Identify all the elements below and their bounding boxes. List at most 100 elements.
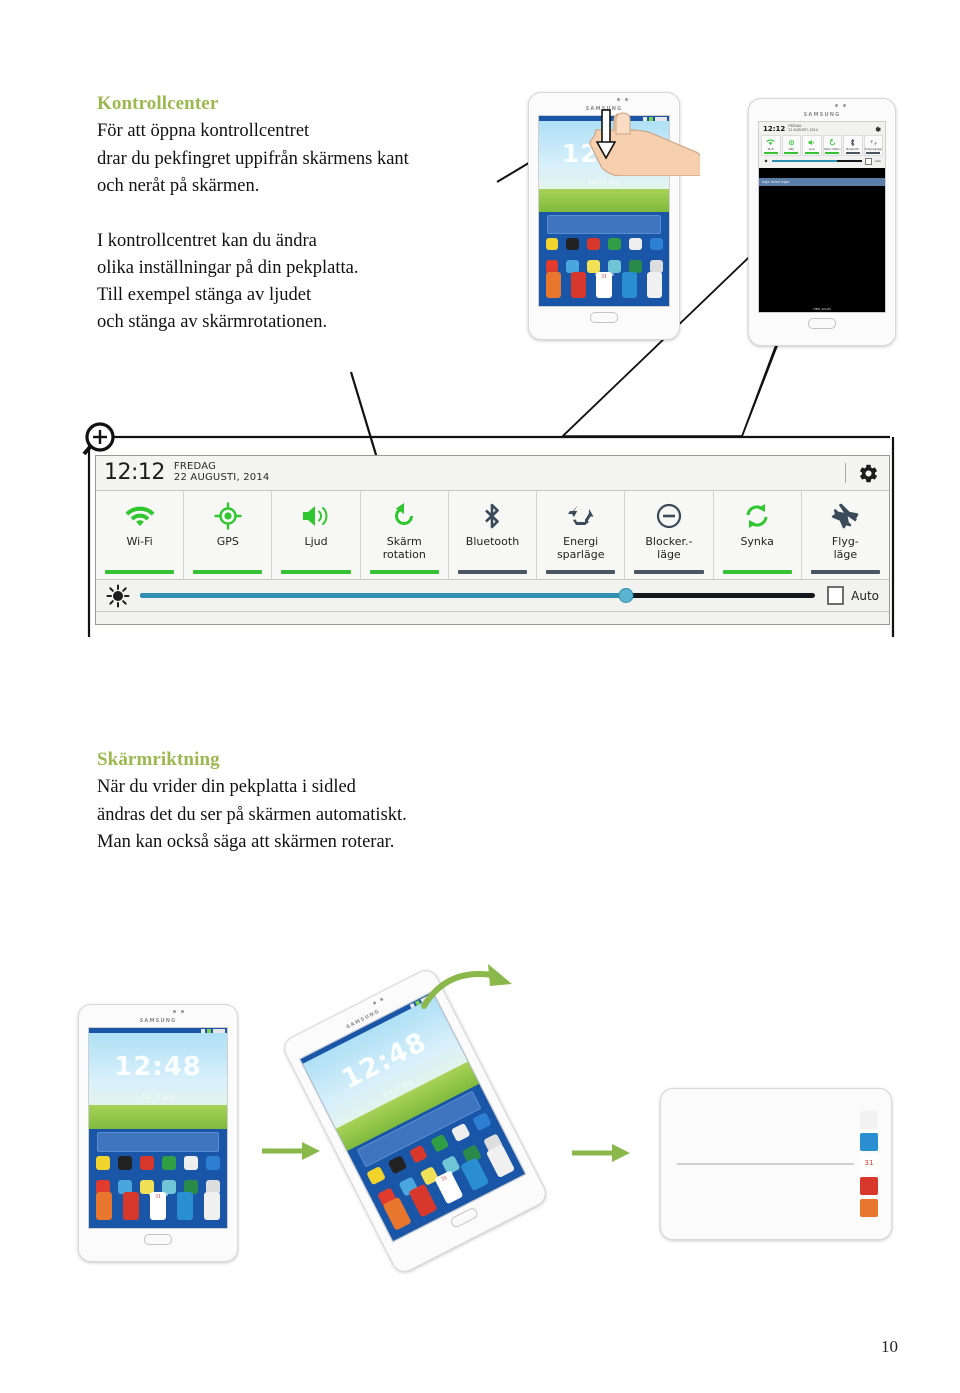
- toggle-state-bar: [546, 570, 616, 574]
- toggle-state-bar: [281, 570, 351, 574]
- intro2-line-3: Till exempel stänga av ljudet: [97, 285, 312, 306]
- google-search-bar[interactable]: [689, 1164, 843, 1165]
- intro2-line-4: och stänga av skärmrotationen.: [97, 312, 328, 333]
- curved-rotation-arrow-icon: [421, 964, 512, 1009]
- gps-icon: [788, 139, 794, 146]
- toggle-label: Skärm rotation: [382, 535, 426, 561]
- camera-dots: [372, 997, 384, 1005]
- airplane-icon: [830, 501, 860, 531]
- tablet-portrait-illustration: SAMSUNG 12:48 Fre 22 aug 31: [78, 1004, 238, 1262]
- slider-knob[interactable]: [618, 588, 634, 603]
- bluetooth-icon: [850, 138, 855, 147]
- notification-header: Inga aviseringar: [759, 178, 885, 186]
- control-center-date: 22 AUGUSTI, 2014: [173, 472, 270, 483]
- toggle-label: Flyg- läge: [831, 535, 859, 561]
- toggle-gps[interactable]: GPS: [184, 491, 273, 579]
- page-number: 10: [881, 1337, 898, 1356]
- page-root: Kontrollcenter För att öppna kontrollcen…: [0, 0, 960, 1393]
- page-title: Kontrollcenter: [97, 93, 219, 114]
- auto-brightness-control[interactable]: Auto: [827, 586, 879, 605]
- home-button[interactable]: [808, 318, 836, 329]
- tablet-landscape-illustration: 12:17 Fre 22 aug: [660, 1088, 892, 1240]
- magnifier-plus-icon: [82, 422, 115, 456]
- mini-toggle-label: Wi-Fi: [767, 148, 774, 151]
- toggle-bluetooth[interactable]: Bluetooth: [449, 491, 538, 579]
- auto-checkbox[interactable]: [827, 586, 845, 605]
- mini-toggle-label: GPS: [788, 148, 794, 151]
- auto-label: Auto: [851, 588, 879, 603]
- toggle-blocking-mode[interactable]: Blocker.- läge: [625, 491, 714, 579]
- toggle-sync[interactable]: Synka: [714, 491, 802, 579]
- quick-toggle-row: Wi-Fi GPS Ljud Skärm rotation Bluetooth …: [96, 491, 889, 580]
- home-button[interactable]: [590, 312, 618, 323]
- wifi-icon: [766, 139, 775, 146]
- sound-icon: [301, 501, 331, 531]
- camera-dots: [834, 104, 846, 107]
- toggle-state-bar: [457, 570, 528, 574]
- intro2-line-2: olika inställningar på din pekplatta.: [97, 258, 359, 279]
- wifi-status-row: HEM_WLAN: [759, 305, 885, 312]
- tablet-screen: 12:12 FREDAG 22 AUGUSTI, 2014 Wi-Fi GPS …: [758, 121, 886, 313]
- mini-toggle[interactable]: Wi-Fi: [761, 135, 781, 156]
- mini-toggle-label: Ljud: [809, 148, 815, 151]
- brightness-row: Auto: [96, 580, 889, 612]
- app-icon-row-2: [687, 1164, 845, 1165]
- home-date: Fre 22 aug: [142, 1094, 174, 1101]
- control-center-status-bar: 12:12 FREDAG 22 AUGUSTI, 2014: [96, 456, 889, 491]
- google-search-bar[interactable]: [546, 214, 662, 234]
- mini-auto-checkbox[interactable]: [864, 157, 872, 165]
- app-icon-row-1: [95, 1156, 221, 1170]
- page-indicator-dots: [678, 1163, 853, 1164]
- google-search-bar[interactable]: [97, 1132, 219, 1152]
- control-center-panel: 12:12 FREDAG 22 AUGUSTI, 2014 Wi-Fi GPS …: [95, 455, 890, 625]
- mini-brightness-row[interactable]: Auto: [761, 156, 883, 166]
- lockscreen-date: Fre 22 aug: [588, 178, 620, 186]
- screen-rotation-icon: [390, 501, 418, 531]
- toggle-label: Ljud: [304, 535, 328, 548]
- toggle-state-bar: [634, 570, 704, 574]
- toggle-label: Blocker.- läge: [645, 535, 693, 561]
- step-arrow-2: [572, 1144, 630, 1162]
- toggle-state-bar: [722, 570, 792, 574]
- toggle-state-bar: [105, 570, 175, 574]
- slider-fill: [140, 593, 627, 598]
- blocking-mode-icon: [655, 501, 683, 531]
- toggle-state-bar: [369, 570, 439, 574]
- side-dock-icons: 31: [860, 1111, 878, 1217]
- home-date: Fre 22 aug: [678, 1164, 853, 1165]
- toggle-sound[interactable]: Ljud: [272, 491, 361, 579]
- gps-icon: [214, 501, 242, 531]
- home-button[interactable]: [144, 1234, 172, 1245]
- rotation-line-3: Man kan också säga att skärmen roterar.: [97, 831, 395, 852]
- gear-icon[interactable]: [874, 126, 881, 133]
- brightness-icon: [764, 159, 768, 163]
- screen-rotation-icon: [829, 138, 835, 146]
- mini-toggle[interactable]: Energi sparläge: [863, 135, 883, 156]
- swipe-down-arrow-icon: [596, 109, 616, 160]
- mini-toggle-row: Wi-Fi GPS Ljud Skärm rotation Bluetooth …: [761, 135, 883, 156]
- power-saving-icon: [567, 501, 595, 531]
- tablet-screen: 12:48 Fre 22 aug 31: [88, 1027, 228, 1229]
- gear-icon[interactable]: [858, 463, 879, 484]
- mini-toggle[interactable]: Skärm rotation: [822, 135, 842, 156]
- toggle-label: Synka: [740, 535, 774, 548]
- home-clock: 12:48: [114, 1052, 202, 1082]
- status-bar-divider: [845, 463, 846, 483]
- rotation-line-2: ändras det du ser på skärmen automatiskt…: [97, 804, 407, 825]
- home-clock: 12:17: [678, 1164, 853, 1165]
- toggle-wifi[interactable]: Wi-Fi: [96, 491, 185, 579]
- mini-toggle[interactable]: Ljud: [802, 135, 822, 156]
- mini-toggle[interactable]: Bluetooth: [843, 135, 863, 156]
- toggle-power-saving[interactable]: Energi sparläge: [537, 491, 626, 579]
- rotation-text-block: Skärmriktning När du vrider din pekplatt…: [97, 748, 527, 856]
- power-saving-icon: [869, 139, 877, 146]
- tablet-screen: 12:48 Fre 22 aug 31: [299, 990, 527, 1243]
- control-center-clock: 12:12: [104, 460, 165, 485]
- mini-toggle[interactable]: GPS: [781, 135, 801, 156]
- status-bar-icons: [827, 1164, 851, 1165]
- toggle-airplane-mode[interactable]: Flyg- läge: [802, 491, 889, 579]
- toggle-state-bar: [193, 570, 263, 574]
- toggle-screen-rotation[interactable]: Skärm rotation: [361, 491, 449, 579]
- brightness-slider[interactable]: [140, 586, 816, 606]
- dock-icons: 31: [545, 271, 663, 299]
